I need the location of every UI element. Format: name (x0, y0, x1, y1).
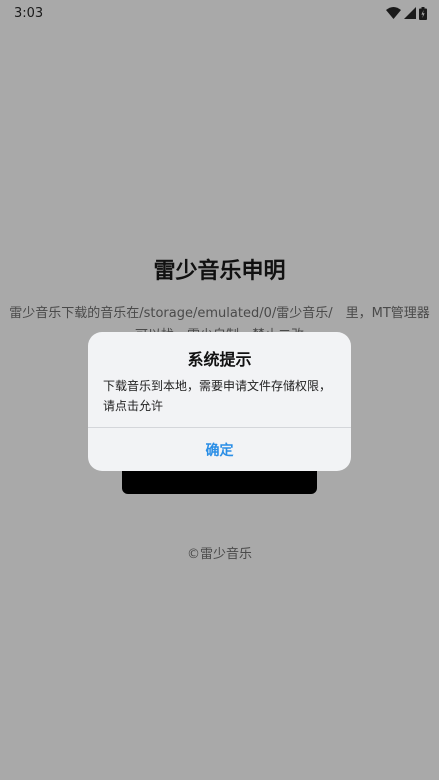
battery-icon (419, 6, 427, 20)
page-title: 雷少音乐申明 (153, 259, 286, 284)
cell-signal-icon (404, 7, 416, 19)
confirm-button[interactable]: 确定 (88, 428, 351, 471)
page-description: 雷少音乐下载的音乐在/storage/emulated/0/雷少音乐/ 里，MT… (9, 306, 430, 321)
dialog-title: 系统提示 (187, 350, 252, 369)
status-bar: 3:03 (0, 0, 439, 26)
status-icons (386, 6, 427, 20)
wifi-icon (386, 7, 401, 19)
copyright-footer: ©雷少音乐 (186, 547, 252, 562)
dialog-message: 下载音乐到本地，需要申请文件存储权限，请点击允许 (103, 379, 332, 413)
status-time: 3:03 (14, 5, 44, 21)
permission-dialog: 系统提示 下载音乐到本地，需要申请文件存储权限，请点击允许 确定 (88, 332, 351, 471)
